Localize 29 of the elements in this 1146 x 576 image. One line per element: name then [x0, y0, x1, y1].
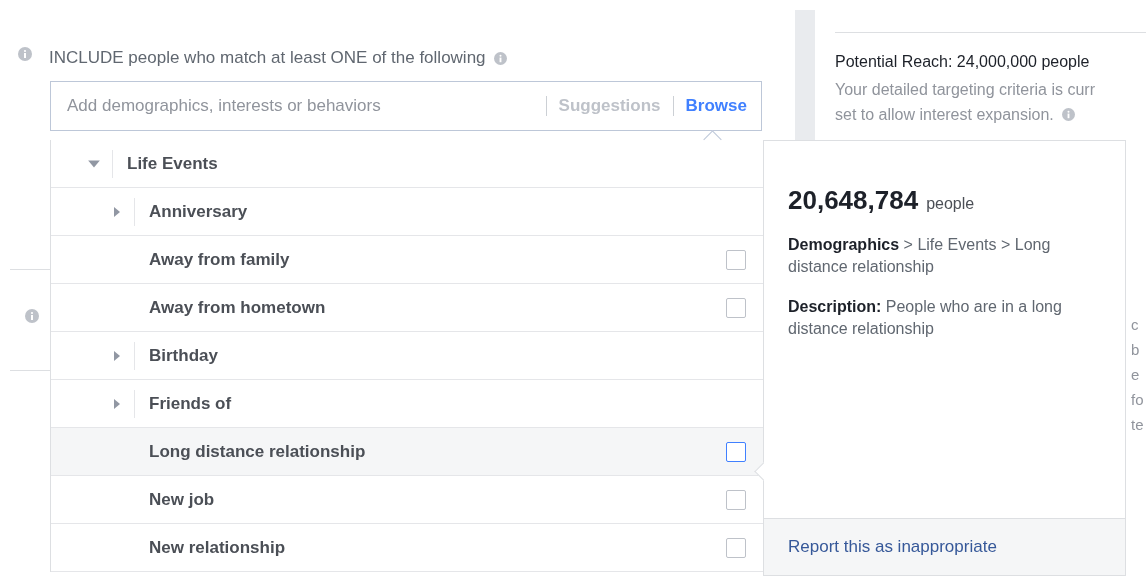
browse-item[interactable]: New job — [51, 476, 764, 524]
search-tab[interactable]: Browse — [685, 96, 747, 116]
info-icon — [25, 309, 39, 323]
browse-item[interactable]: New relationship — [51, 524, 764, 572]
description-text: Description: People who are in a long distance relationship — [788, 297, 1063, 339]
partial-text: e — [1131, 365, 1140, 385]
checkbox[interactable] — [726, 297, 746, 318]
info-icon — [1061, 108, 1075, 121]
checkbox[interactable] — [726, 537, 746, 558]
search-field[interactable]: Add demographics, interests or behaviors Suggestions Browse — [50, 81, 762, 131]
potential-reach: Potential Reach: 24,000,000 people — [835, 53, 1091, 71]
count-unit: people — [926, 195, 975, 213]
checkbox[interactable] — [726, 249, 746, 270]
reach-note: Your detailed targeting criteria is curr — [835, 80, 1095, 100]
category-path: Demographics > Life Events > Long distance relationship — [788, 235, 1052, 277]
browse-item[interactable]: Away from family — [51, 236, 764, 284]
partial-text: te — [1131, 415, 1144, 435]
browse-item[interactable]: Long distance relationship — [51, 428, 764, 476]
checkbox[interactable] — [726, 441, 746, 462]
reach-note: set to allow interest expansion. — [835, 105, 1054, 125]
info-icon — [18, 47, 32, 61]
browse-item[interactable]: Away from hometown — [51, 284, 764, 332]
info-icon — [493, 51, 507, 65]
partial-text: fo — [1131, 390, 1144, 410]
partial-text: c — [1131, 315, 1139, 335]
checkbox[interactable] — [726, 489, 746, 510]
partial-text: b — [1131, 340, 1140, 360]
audience-count: 20,648,784 — [788, 185, 919, 216]
include-label: INCLUDE people who match at least ONE of the following — [49, 48, 486, 68]
